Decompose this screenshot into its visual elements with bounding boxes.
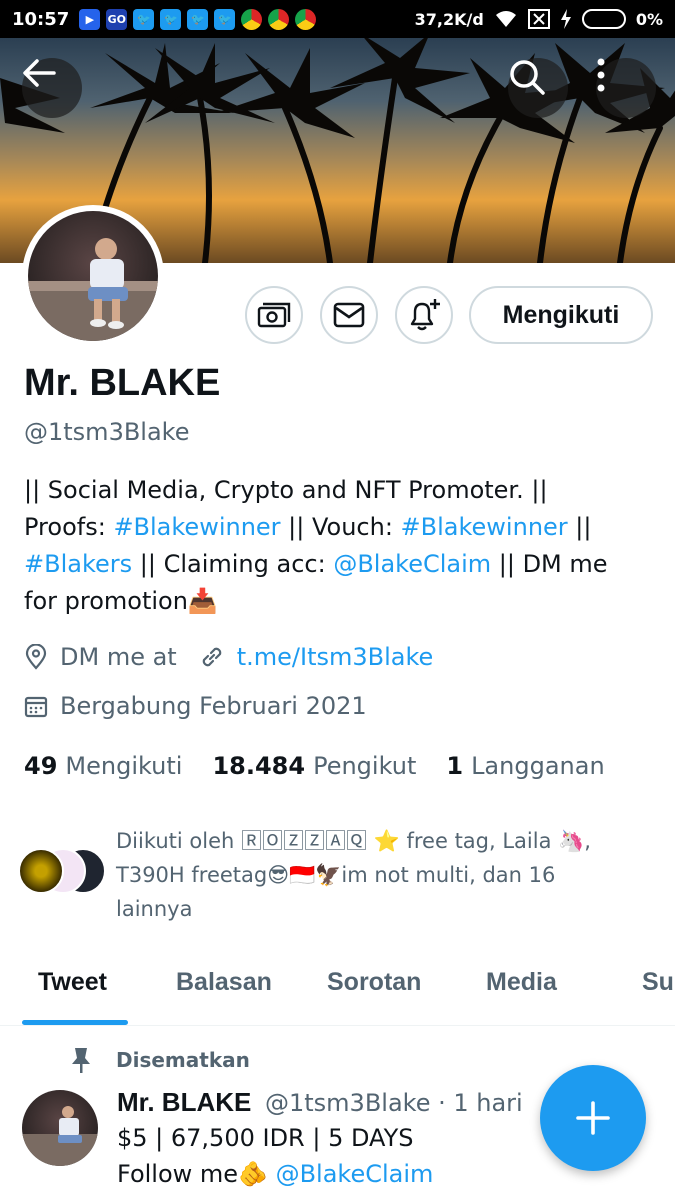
link-icon (202, 647, 221, 667)
bio-text: for promotion (24, 587, 188, 615)
wifi-icon (495, 11, 516, 27)
stat-following[interactable]: 49 Mengikuti (24, 752, 182, 780)
mail-icon (333, 302, 365, 328)
follower-avatar (18, 848, 64, 894)
bio-text: || (567, 513, 592, 541)
avatar-image (28, 211, 158, 341)
status-time: 10:57 (12, 8, 70, 30)
play-store-icon: ▶ (79, 8, 101, 30)
twitter-icon: 🐦 (160, 8, 182, 30)
status-right: 37,2K/d 0% (415, 9, 663, 29)
chrome-icon (295, 8, 317, 30)
notification-icons: ▶ GO 🐦 🐦 🐦 🐦 (79, 8, 317, 30)
more-button[interactable] (596, 58, 656, 118)
notify-button[interactable] (395, 286, 453, 344)
twitter-icon: 🐦 (187, 8, 209, 30)
chrome-icon (268, 8, 290, 30)
status-bar: 10:57 ▶ GO 🐦 🐦 🐦 🐦 37,2K/d 0% (0, 0, 675, 38)
tweet-text: Follow me (117, 1160, 239, 1188)
pinned-label: Disematkan (116, 1048, 250, 1072)
tweet-time: · 1 hari (438, 1089, 523, 1117)
bio-text: Proofs: (24, 513, 114, 541)
tab-highlights[interactable]: Sorotan (327, 968, 421, 997)
chrome-icon (241, 8, 263, 30)
tweet-author-handle[interactable]: @1tsm3Blake (265, 1089, 430, 1117)
location-text: DM me at (60, 643, 177, 671)
calendar-icon (24, 696, 48, 718)
bio-text: || Claiming acc: (132, 550, 334, 578)
profile-name: Mr. BLAKE (24, 362, 221, 404)
more-vertical-icon (597, 58, 605, 92)
stat-followers[interactable]: 18.484 Pengikut (212, 752, 416, 780)
search-button[interactable] (508, 58, 568, 118)
bio-text: || Social Media, Crypto and NFT Promoter… (24, 476, 548, 504)
battery-icon (581, 9, 626, 29)
twitter-icon: 🐦 (214, 8, 236, 30)
tab-more[interactable]: Su (642, 968, 674, 997)
plus-icon (576, 1101, 610, 1135)
mention-link[interactable]: @BlakeClaim (276, 1160, 434, 1188)
followed-by-text: Diikuti oleh 🅁🄾🅉🅉🄰🅀 ⭐ free tag, Laila 🦄,… (116, 829, 591, 921)
tab-replies[interactable]: Balasan (176, 968, 272, 997)
profile-handle: @1tsm3Blake (24, 418, 190, 446)
search-icon (510, 60, 545, 95)
location-pin-icon (25, 644, 47, 670)
battery-percent: 0% (635, 9, 663, 29)
bio-text: || DM me (491, 550, 608, 578)
pinned-indicator: Disematkan (70, 1046, 250, 1074)
tweet-emoji: 🫵 (238, 1160, 268, 1188)
network-speed: 37,2K/d (414, 9, 484, 29)
tweet-header: Mr. BLAKE @1tsm3Blake · 1 hari (117, 1087, 523, 1118)
tweet-text-line: $5 | 67,500 IDR | 5 DAYS (117, 1124, 414, 1152)
tab-tweets[interactable]: Tweet (38, 968, 107, 997)
tweet-author-name[interactable]: Mr. BLAKE (117, 1087, 251, 1117)
mention-link[interactable]: @BlakeClaim (333, 550, 491, 578)
go-icon: GO (106, 8, 128, 30)
profile-stats: 49 Mengikuti 18.484 Pengikut 1 Langganan (24, 752, 605, 780)
active-tab-indicator (22, 1020, 128, 1025)
sim-blocked-icon (527, 9, 550, 29)
stat-subscriptions[interactable]: 1 Langganan (446, 752, 604, 780)
message-button[interactable] (320, 286, 378, 344)
charging-icon (560, 9, 571, 29)
following-button[interactable]: Mengikuti (469, 286, 653, 344)
profile-joined-row: Bergabung Februari 2021 (24, 692, 367, 720)
money-icon (257, 302, 291, 328)
tab-media[interactable]: Media (486, 968, 557, 997)
back-button[interactable] (22, 58, 82, 118)
hashtag-link[interactable]: #Blakewinner (113, 513, 280, 541)
tweet-text-line: Follow me🫵 @BlakeClaim (117, 1160, 433, 1188)
inbox-emoji: 📥 (187, 587, 218, 615)
hashtag-link[interactable]: #Blakewinner (401, 513, 568, 541)
joined-text: Bergabung Februari 2021 (60, 692, 367, 720)
tweet-author-avatar[interactable] (22, 1090, 98, 1166)
profile-location-row: DM me at t.me/Itsm3Blake (24, 643, 433, 671)
website-link[interactable]: t.me/Itsm3Blake (237, 643, 434, 671)
arrow-left-icon (23, 59, 56, 87)
twitter-icon: 🐦 (133, 8, 155, 30)
bell-plus-icon (410, 299, 440, 331)
pin-icon (72, 1048, 90, 1073)
bio-text: || Vouch: (280, 513, 401, 541)
profile-tabs: Tweet Balasan Sorotan Media Su (0, 950, 675, 1026)
compose-tweet-button[interactable] (540, 1065, 646, 1171)
hashtag-link[interactable]: #Blakers (24, 550, 132, 578)
followed-by[interactable]: Diikuti oleh 🅁🄾🅉🅉🄰🅀 ⭐ free tag, Laila 🦄,… (18, 822, 658, 922)
tip-button[interactable] (245, 286, 303, 344)
profile-bio: || Social Media, Crypto and NFT Promoter… (24, 472, 654, 620)
profile-avatar[interactable] (22, 205, 164, 347)
